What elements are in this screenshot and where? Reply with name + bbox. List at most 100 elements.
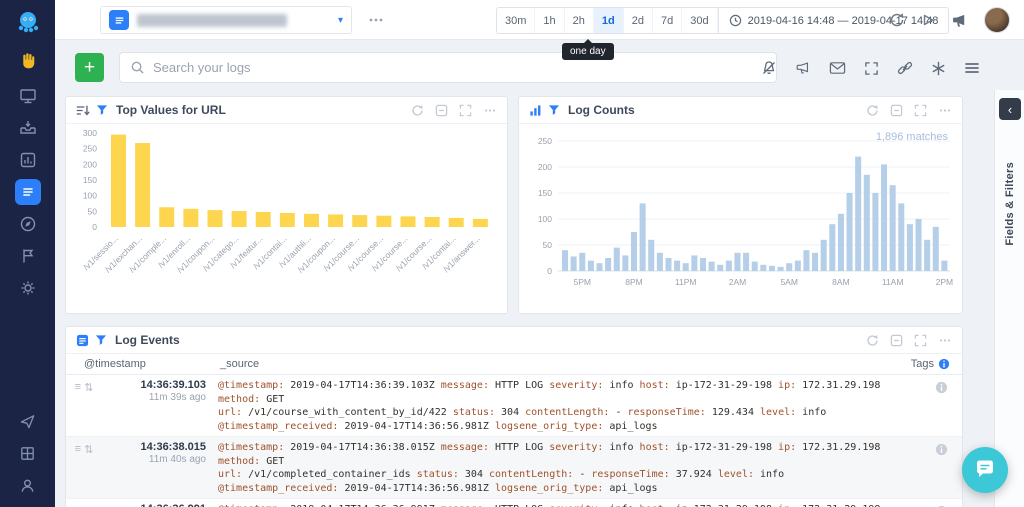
alerts-bell-icon[interactable] [761,60,777,76]
filter-funnel-icon[interactable] [95,334,107,346]
panel-collapse-icon[interactable] [890,334,903,347]
integrations-icon[interactable] [0,272,55,304]
url-bar[interactable] [352,215,367,227]
count-bar[interactable] [709,262,715,271]
filter-funnel-icon[interactable] [548,104,560,116]
user-avatar[interactable] [984,7,1010,33]
count-bar[interactable] [795,261,801,271]
url-bar[interactable] [376,216,391,227]
panel-expand-icon[interactable] [914,104,927,117]
row-sort-icon[interactable]: ⇅ [84,443,93,495]
url-bar[interactable] [208,210,223,227]
count-bar[interactable] [881,164,887,271]
row-menu-icon[interactable]: ≡ [75,443,81,495]
time-range-2h[interactable]: 2h [565,8,594,33]
fields-filters-label[interactable]: Fields & Filters [1004,162,1016,246]
settings-asterisk-icon[interactable] [931,61,946,76]
count-bar[interactable] [717,265,723,271]
panel-refresh-icon[interactable] [866,104,879,117]
count-bar[interactable] [631,232,637,271]
count-bar[interactable] [821,240,827,271]
count-bar[interactable] [579,253,585,271]
time-range-30m[interactable]: 30m [497,8,535,33]
panel-refresh-icon[interactable] [411,104,424,117]
count-bar[interactable] [571,256,577,271]
count-bar[interactable] [855,157,861,271]
panel-collapse-icon[interactable] [435,104,448,117]
menu-icon[interactable] [964,61,980,75]
email-report-icon[interactable] [829,61,846,75]
play-icon[interactable] [921,13,935,27]
user-icon[interactable] [0,469,55,501]
log-event-row[interactable]: ≡⇅14:36:36.99111m 41s ago@timestamp: 201… [66,499,962,507]
url-bar[interactable] [256,212,271,227]
logs-nav-icon[interactable] [0,176,55,208]
count-bar[interactable] [743,253,749,271]
panel-expand-icon[interactable] [914,334,927,347]
count-bar[interactable] [665,258,671,271]
flag-icon[interactable] [0,240,55,272]
refresh-icon[interactable] [889,12,905,28]
row-info-icon[interactable] [912,441,962,495]
url-bar[interactable] [401,216,416,227]
count-bar[interactable] [674,261,680,271]
count-bar[interactable] [640,203,646,271]
count-bar[interactable] [691,255,697,271]
count-bar[interactable] [907,224,913,271]
inbox-icon[interactable] [0,112,55,144]
url-bar[interactable] [473,219,488,227]
panel-refresh-icon[interactable] [866,334,879,347]
count-bar[interactable] [734,253,740,271]
count-bar[interactable] [916,219,922,271]
panel-more-icon[interactable] [938,334,952,347]
share-link-icon[interactable] [897,60,913,76]
url-bar[interactable] [135,143,150,227]
url-bar[interactable] [159,207,174,227]
count-bar[interactable] [657,253,663,271]
count-bar[interactable] [872,193,878,271]
count-bar[interactable] [898,203,904,271]
info-icon[interactable] [938,358,950,370]
count-bar[interactable] [786,263,792,271]
count-bar[interactable] [726,261,732,271]
column-source[interactable]: _source [220,358,898,370]
time-range-1d[interactable]: 1d [594,8,624,33]
dashboards-icon[interactable] [0,80,55,112]
url-bar[interactable] [425,217,440,227]
url-bar[interactable] [232,211,247,227]
count-bar[interactable] [941,261,947,271]
fields-panel-toggle[interactable]: ‹ [999,98,1021,120]
column-timestamp[interactable]: @timestamp [66,358,220,370]
app-selector-dropdown[interactable]: ▾ [100,6,352,34]
filter-funnel-icon[interactable] [96,104,108,116]
send-icon[interactable] [0,405,55,437]
count-bar[interactable] [847,193,853,271]
count-bar[interactable] [829,224,835,271]
count-bar[interactable] [683,263,689,271]
count-bar[interactable] [838,214,844,271]
add-button[interactable]: + [75,53,104,82]
url-bar[interactable] [304,214,319,227]
panel-collapse-icon[interactable] [890,104,903,117]
count-bar[interactable] [588,261,594,271]
url-bar[interactable] [328,214,343,227]
count-bar[interactable] [596,263,602,271]
count-bar[interactable] [760,265,766,271]
column-tags[interactable]: Tags [898,358,962,370]
count-bar[interactable] [924,240,930,271]
log-event-row[interactable]: ≡⇅14:36:39.10311m 39s ago@timestamp: 201… [66,375,962,437]
time-range-1h[interactable]: 1h [535,8,564,33]
row-info-icon[interactable] [912,503,962,507]
count-bar[interactable] [614,248,620,271]
count-bar[interactable] [769,266,775,271]
count-bar[interactable] [890,185,896,271]
count-bar[interactable] [562,250,568,271]
grid-icon[interactable] [0,437,55,469]
count-bar[interactable] [752,262,758,271]
time-range-2d[interactable]: 2d [624,8,653,33]
announcement-megaphone-icon[interactable] [795,60,811,76]
count-bar[interactable] [700,258,706,271]
count-bar[interactable] [648,240,654,271]
reports-icon[interactable] [0,144,55,176]
panel-more-icon[interactable] [483,104,497,117]
